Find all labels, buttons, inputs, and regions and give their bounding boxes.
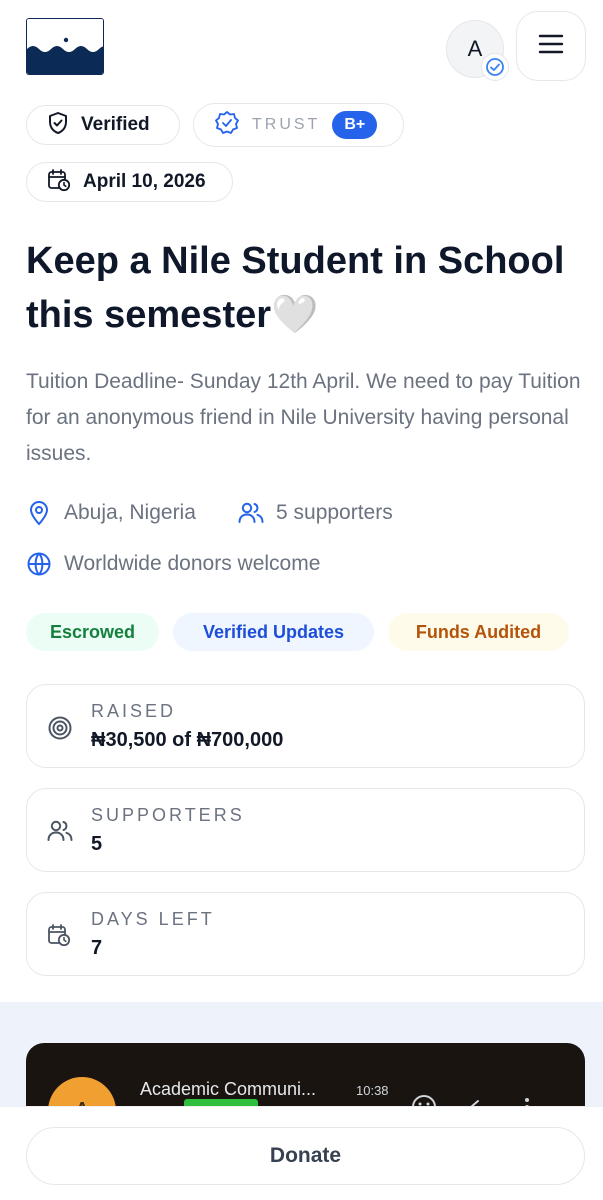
trust-grade-badge: B+	[332, 111, 378, 139]
campaign-date: April 10, 2026	[83, 171, 206, 192]
menu-button[interactable]	[516, 11, 586, 81]
verified-label: Verified	[81, 114, 150, 135]
days-left-label: DAYS LEFT	[91, 909, 215, 929]
trust-label: TRUST	[252, 116, 321, 133]
verified-chip: Verified	[26, 105, 180, 145]
funds-audited-badge: Funds Audited	[388, 613, 569, 651]
supporters-stat-card: SUPPORTERS 5	[26, 788, 585, 872]
user-avatar[interactable]: A	[446, 20, 509, 81]
reach-text: Worldwide donors welcome	[64, 552, 321, 575]
avatar-initial: A	[467, 36, 483, 61]
top-header: A	[0, 0, 603, 96]
supporters-value: 5	[91, 833, 103, 855]
bottom-action-bar: Donate	[0, 1106, 603, 1200]
target-icon	[47, 715, 73, 741]
site-logo[interactable]	[26, 18, 104, 75]
days-left-stat-card: DAYS LEFT 7	[26, 892, 585, 976]
escrowed-badge: Escrowed	[26, 613, 159, 651]
location-text: Abuja, Nigeria	[64, 501, 196, 524]
users-icon	[47, 819, 73, 845]
supporters-label: SUPPORTERS	[91, 805, 245, 825]
chat-name: Academic Communi...	[140, 1079, 317, 1099]
verified-check-icon	[481, 53, 509, 81]
calendar-clock-icon	[47, 923, 73, 949]
raised-stat-card: RAISED ₦30,500 of ₦700,000	[26, 684, 585, 768]
chat-time: 10:38	[356, 1083, 389, 1098]
trust-chip[interactable]: TRUST B+	[193, 103, 404, 147]
supporters-text: 5 supporters	[276, 501, 393, 524]
raised-label: RAISED	[91, 701, 177, 721]
reach-row: Worldwide donors welcome	[26, 551, 320, 577]
map-pin-icon	[26, 500, 52, 526]
donate-button[interactable]: Donate	[26, 1127, 585, 1185]
raised-value: ₦30,500 of ₦700,000	[91, 729, 284, 751]
menu-icon	[538, 33, 564, 60]
shield-check-icon	[47, 111, 69, 140]
users-icon	[238, 500, 264, 526]
date-chip: April 10, 2026	[26, 162, 233, 202]
badge-check-icon	[214, 110, 240, 141]
campaign-title: Keep a Nile Student in School this semes…	[26, 240, 565, 336]
calendar-clock-icon	[47, 168, 71, 197]
days-left-value: 7	[91, 937, 103, 959]
globe-icon	[26, 551, 52, 577]
supporters-row: 5 supporters	[238, 500, 393, 526]
campaign-description: Tuition Deadline- Sunday 12th April. We …	[26, 370, 581, 465]
location-row: Abuja, Nigeria	[26, 500, 196, 526]
verified-updates-badge: Verified Updates	[173, 613, 374, 651]
